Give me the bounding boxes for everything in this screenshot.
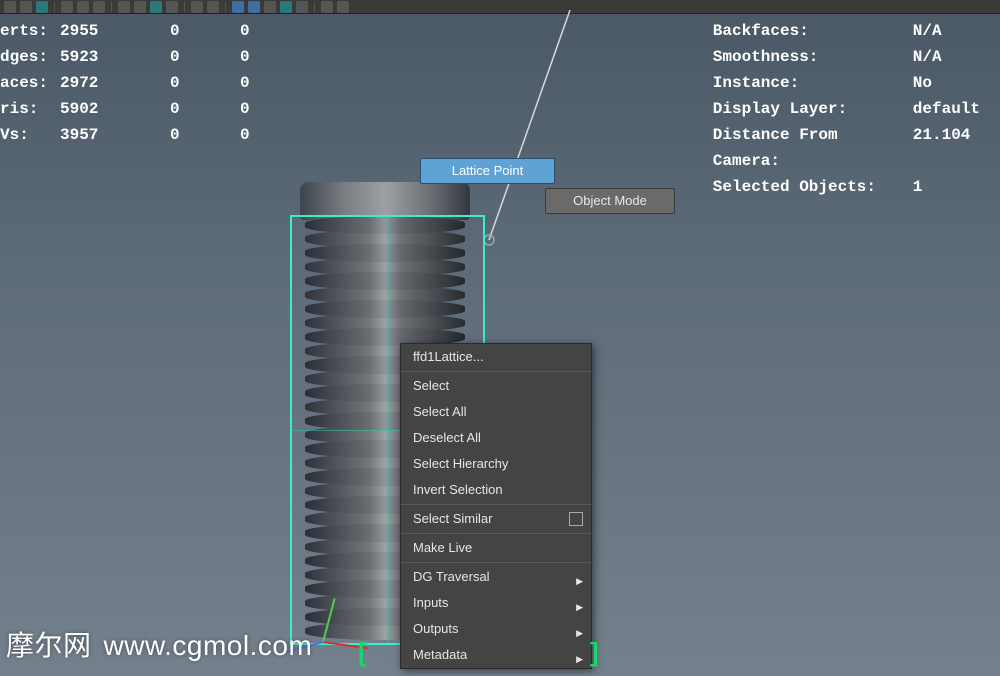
separator	[111, 2, 112, 12]
tool-icon[interactable]	[61, 1, 73, 13]
info-value: N/A	[913, 18, 973, 44]
tool-icon[interactable]	[93, 1, 105, 13]
bracket-right: ]	[590, 637, 599, 668]
menu-item-inputs[interactable]: Inputs	[401, 590, 591, 616]
info-label: Selected Objects:	[713, 174, 913, 200]
menu-item-dg-traversal[interactable]: DG Traversal	[401, 564, 591, 590]
bracket-left: [	[358, 637, 367, 668]
stat-value: 0	[170, 70, 240, 96]
tool-icon[interactable]	[4, 1, 16, 13]
separator	[314, 2, 315, 12]
stat-value: 0	[240, 18, 280, 44]
tool-icon[interactable]	[20, 1, 32, 13]
stat-value: 2972	[60, 70, 170, 96]
separator	[54, 2, 55, 12]
tool-icon[interactable]	[232, 1, 244, 13]
info-label: Display Layer:	[713, 96, 913, 122]
lattice-point-button[interactable]: Lattice Point	[420, 158, 555, 184]
tool-icon[interactable]	[134, 1, 146, 13]
separator	[184, 2, 185, 12]
watermark-url: www.cgmol.com	[104, 630, 313, 661]
info-label: Smoothness:	[713, 44, 913, 70]
stat-value: 0	[170, 44, 240, 70]
stat-label: Vs:	[0, 122, 60, 148]
menu-item-make-live[interactable]: Make Live	[401, 535, 591, 561]
viewport-toolbar	[0, 0, 1000, 14]
stat-label: dges:	[0, 44, 60, 70]
menu-item-select-similar[interactable]: Select Similar	[401, 506, 591, 532]
info-label: Distance From Camera:	[713, 122, 913, 174]
menu-item-ffd1lattice[interactable]: ffd1Lattice...	[401, 344, 591, 370]
menu-divider	[401, 504, 591, 505]
tool-icon[interactable]	[207, 1, 219, 13]
tool-icon[interactable]	[77, 1, 89, 13]
tool-icon[interactable]	[118, 1, 130, 13]
menu-item-deselect-all[interactable]: Deselect All	[401, 425, 591, 451]
stat-value: 2955	[60, 18, 170, 44]
info-value: N/A	[913, 44, 973, 70]
tool-icon[interactable]	[150, 1, 162, 13]
info-value: 1	[913, 174, 973, 200]
stat-value: 0	[240, 122, 280, 148]
marking-menu-line	[480, 10, 730, 255]
stat-value: 0	[240, 70, 280, 96]
separator	[225, 2, 226, 12]
stat-label: ris:	[0, 96, 60, 122]
stat-value: 0	[170, 122, 240, 148]
info-value: 21.104	[913, 122, 973, 174]
stat-value: 0	[170, 96, 240, 122]
tool-icon[interactable]	[321, 1, 333, 13]
watermark-cn: 摩尔网	[6, 630, 92, 661]
info-label: Instance:	[713, 70, 913, 96]
menu-item-select[interactable]: Select	[401, 373, 591, 399]
stat-value: 0	[240, 44, 280, 70]
tool-icon[interactable]	[337, 1, 349, 13]
object-info-right: Backfaces:N/A Smoothness:N/A Instance:No…	[713, 18, 980, 200]
stat-value: 5902	[60, 96, 170, 122]
menu-divider	[401, 562, 591, 563]
info-label: Backfaces:	[713, 18, 913, 44]
stat-value: 5923	[60, 44, 170, 70]
stat-value: 0	[240, 96, 280, 122]
stat-value: 3957	[60, 122, 170, 148]
info-value: default	[913, 96, 980, 122]
screw-cap	[300, 182, 470, 220]
axis-gizmo[interactable]	[305, 606, 385, 666]
menu-item-select-all[interactable]: Select All	[401, 399, 591, 425]
watermark: 摩尔网 www.cgmol.com	[6, 624, 312, 664]
menu-item-select-hierarchy[interactable]: Select Hierarchy	[401, 451, 591, 477]
poly-stats-left: erts:295500 dges:592300 aces:297200 ris:…	[0, 18, 280, 148]
tool-icon[interactable]	[191, 1, 203, 13]
menu-divider	[401, 371, 591, 372]
tool-icon[interactable]	[264, 1, 276, 13]
tool-icon[interactable]	[36, 1, 48, 13]
tool-icon[interactable]	[248, 1, 260, 13]
menu-item-invert-selection[interactable]: Invert Selection	[401, 477, 591, 503]
info-value: No	[913, 70, 973, 96]
stat-value: 0	[170, 18, 240, 44]
context-menu: ffd1Lattice... Select Select All Deselec…	[400, 343, 592, 669]
tool-icon[interactable]	[296, 1, 308, 13]
menu-item-outputs[interactable]: Outputs	[401, 616, 591, 642]
tool-icon[interactable]	[280, 1, 292, 13]
stat-label: aces:	[0, 70, 60, 96]
menu-item-metadata[interactable]: Metadata	[401, 642, 591, 668]
menu-divider	[401, 533, 591, 534]
tool-icon[interactable]	[166, 1, 178, 13]
object-mode-button[interactable]: Object Mode	[545, 188, 675, 214]
stat-label: erts:	[0, 18, 60, 44]
